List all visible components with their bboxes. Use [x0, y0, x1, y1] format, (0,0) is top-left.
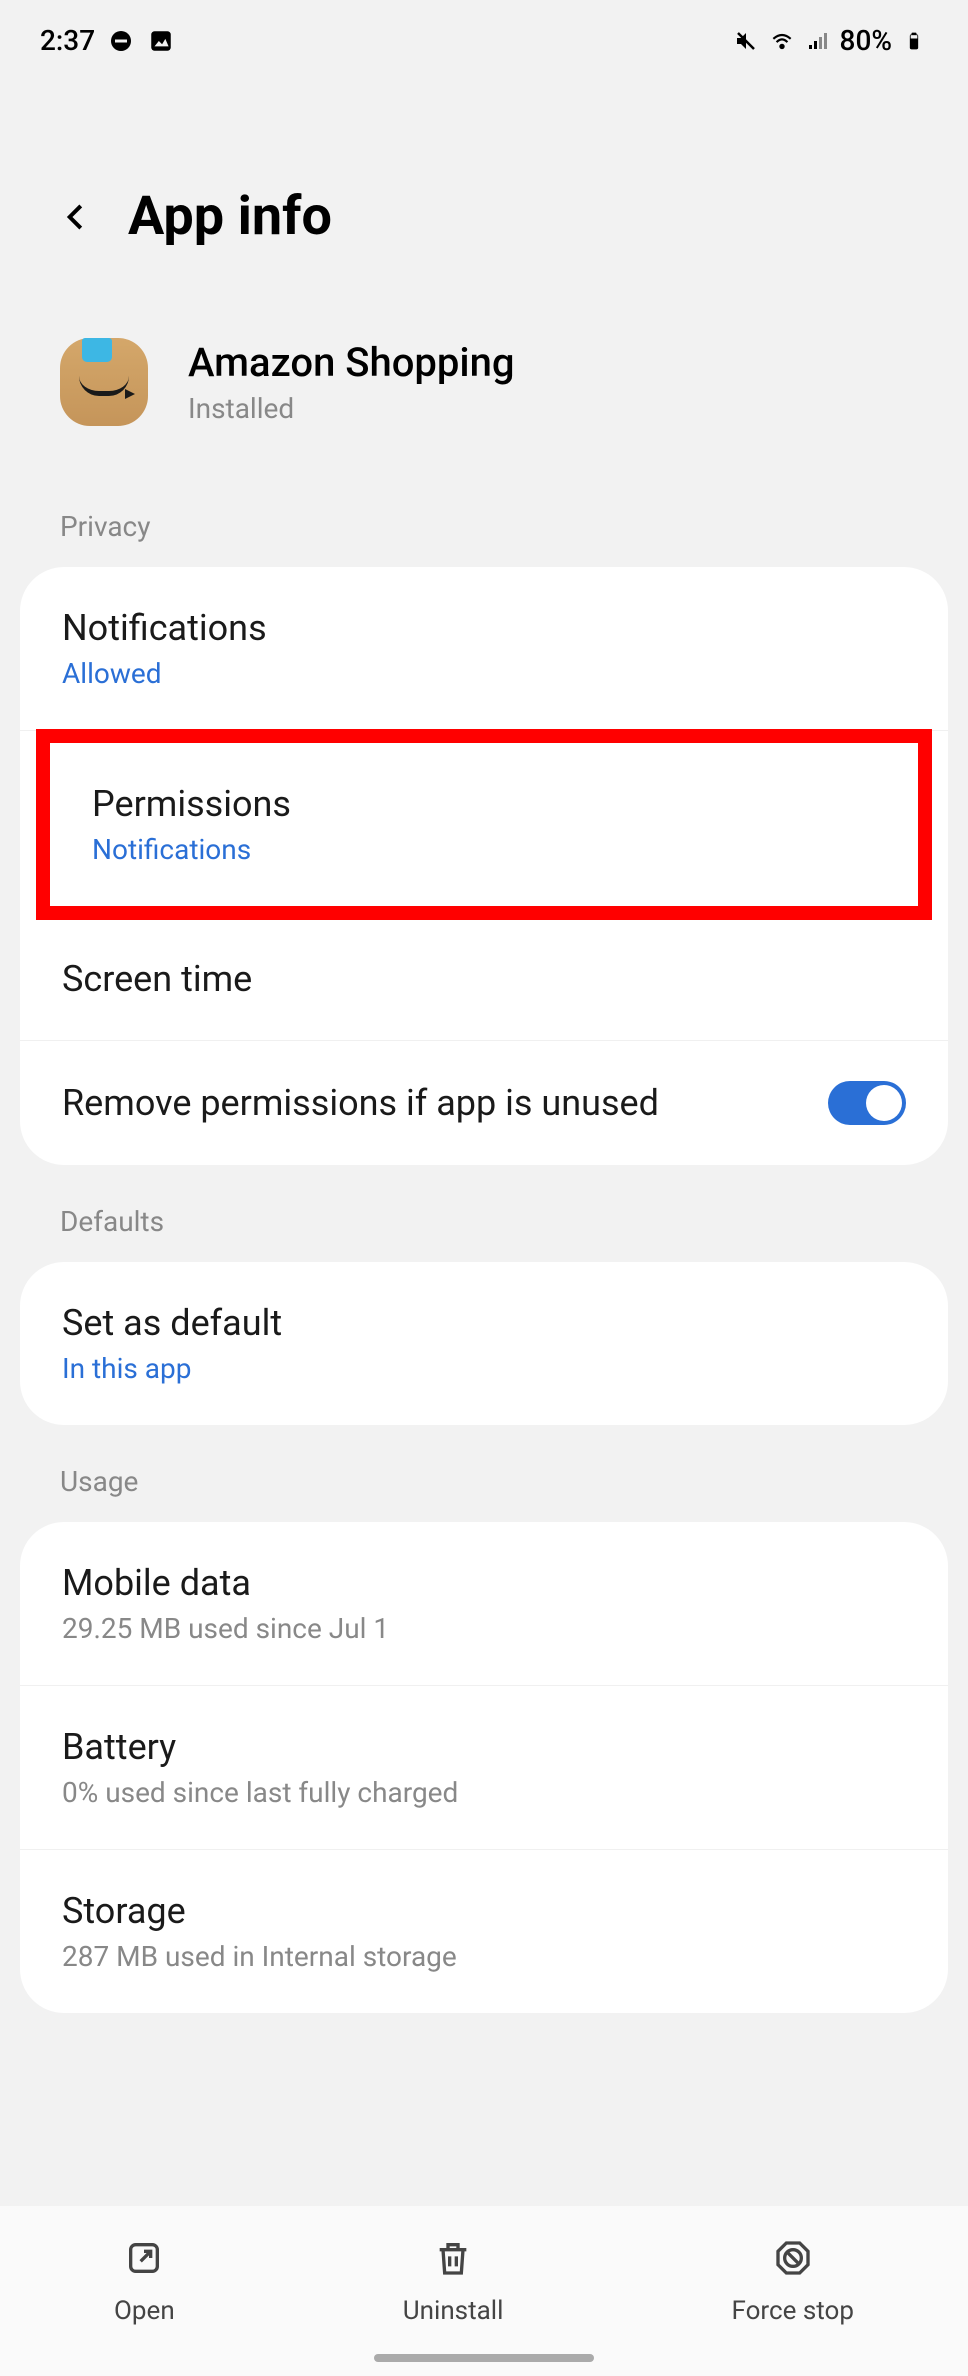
- mobile-data-title: Mobile data: [62, 1562, 906, 1604]
- remove-perms-toggle[interactable]: [828, 1081, 906, 1125]
- open-button[interactable]: Open: [114, 2236, 175, 2326]
- dnd-icon: [107, 27, 135, 55]
- highlight-box: Permissions Notifications: [36, 729, 932, 920]
- nav-handle[interactable]: [374, 2354, 594, 2362]
- app-status: Installed: [188, 392, 515, 425]
- page-title: App info: [128, 185, 332, 248]
- status-bar: 2:37 80%: [0, 0, 968, 65]
- storage-sub: 287 MB used in Internal storage: [62, 1940, 906, 1973]
- battery-sub: 0% used since last fully charged: [62, 1776, 906, 1809]
- app-header: Amazon Shopping Installed: [0, 308, 968, 486]
- app-icon: [60, 338, 148, 426]
- wifi-icon: [768, 27, 796, 55]
- uninstall-label: Uninstall: [403, 2296, 504, 2326]
- battery-title: Battery: [62, 1726, 906, 1768]
- status-time: 2:37: [40, 24, 95, 57]
- trash-icon: [431, 2236, 475, 2280]
- remove-perms-title: Remove permissions if app is unused: [62, 1082, 828, 1124]
- stop-icon: [771, 2236, 815, 2280]
- usage-card: Mobile data 29.25 MB used since Jul 1 Ba…: [20, 1522, 948, 2013]
- open-label: Open: [114, 2296, 175, 2326]
- back-button[interactable]: [56, 197, 96, 237]
- open-icon: [122, 2236, 166, 2280]
- mobile-data-item[interactable]: Mobile data 29.25 MB used since Jul 1: [20, 1522, 948, 1686]
- app-name: Amazon Shopping: [188, 339, 515, 386]
- notifications-item[interactable]: Notifications Allowed: [20, 567, 948, 731]
- defaults-card: Set as default In this app: [20, 1262, 948, 1425]
- section-header-defaults: Defaults: [0, 1181, 968, 1262]
- screen-time-title: Screen time: [62, 958, 906, 1000]
- header: App info: [0, 65, 968, 308]
- permissions-item[interactable]: Permissions Notifications: [50, 743, 918, 906]
- bottom-bar: Open Uninstall Force stop: [0, 2206, 968, 2376]
- force-stop-button[interactable]: Force stop: [732, 2236, 854, 2326]
- permissions-sub: Notifications: [92, 833, 876, 866]
- privacy-card: Notifications Allowed Permissions Notifi…: [20, 567, 948, 1165]
- storage-title: Storage: [62, 1890, 906, 1932]
- screen-time-item[interactable]: Screen time: [20, 918, 948, 1041]
- battery-item[interactable]: Battery 0% used since last fully charged: [20, 1686, 948, 1850]
- section-header-privacy: Privacy: [0, 486, 968, 567]
- mute-icon: [732, 27, 760, 55]
- notifications-sub: Allowed: [62, 657, 906, 690]
- battery-percent: 80%: [840, 24, 892, 57]
- mobile-data-sub: 29.25 MB used since Jul 1: [62, 1612, 906, 1645]
- set-default-item[interactable]: Set as default In this app: [20, 1262, 948, 1425]
- uninstall-button[interactable]: Uninstall: [403, 2236, 504, 2326]
- remove-perms-item[interactable]: Remove permissions if app is unused: [20, 1041, 948, 1165]
- notifications-title: Notifications: [62, 607, 906, 649]
- permissions-title: Permissions: [92, 783, 876, 825]
- set-default-sub: In this app: [62, 1352, 906, 1385]
- set-default-title: Set as default: [62, 1302, 906, 1344]
- signal-icon: [804, 27, 832, 55]
- section-header-usage: Usage: [0, 1441, 968, 1522]
- force-stop-label: Force stop: [732, 2296, 854, 2326]
- image-icon: [147, 27, 175, 55]
- battery-icon: [900, 27, 928, 55]
- storage-item[interactable]: Storage 287 MB used in Internal storage: [20, 1850, 948, 2013]
